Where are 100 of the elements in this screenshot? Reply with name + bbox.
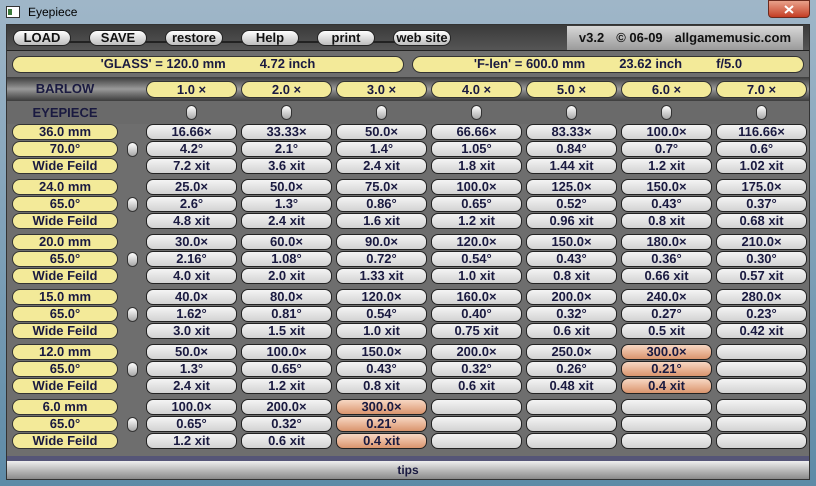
eyepiece-type: Wide Feild: [12, 323, 118, 339]
radio-button[interactable]: [566, 105, 577, 120]
eyepiece-type: Wide Feild: [12, 378, 118, 394]
result-cell: 0.27°: [621, 306, 712, 322]
result-cell: 0.8 xit: [336, 378, 427, 394]
barlow-factor: 1.0 ×: [146, 80, 237, 98]
result-cell: 0.75 xit: [431, 323, 522, 339]
result-cell: 120.0×: [336, 289, 427, 305]
result-cell: 150.0×: [336, 344, 427, 360]
result-cell: 0.54°: [336, 306, 427, 322]
eyepiece-type: Wide Feild: [12, 213, 118, 229]
result-cell: 0.32°: [241, 416, 332, 432]
result-cell: 100.0×: [431, 179, 522, 195]
result-cell: 90.0×: [336, 234, 427, 250]
radio-button[interactable]: [186, 105, 197, 120]
result-cell: 0.43°: [621, 196, 712, 212]
radio-button[interactable]: [471, 105, 482, 120]
result-cell: 1.08°: [241, 251, 332, 267]
result-cell: 0.32°: [431, 361, 522, 377]
radio-button[interactable]: [126, 416, 138, 432]
result-cell: 3.6 xit: [241, 158, 332, 174]
eyepiece-focal-length: 15.0 mm: [12, 289, 118, 305]
radio-button[interactable]: [126, 142, 138, 156]
result-cell: 200.0×: [431, 344, 522, 360]
result-cell: 1.6 xit: [336, 213, 427, 229]
result-cell: 1.4°: [336, 141, 427, 157]
focal-length-value: 'F-len' = 600.0 mm: [474, 55, 586, 74]
result-cell: 0.8 xit: [526, 268, 617, 284]
result-cell: 1.62°: [146, 306, 237, 322]
result-cell: 2.4 xit: [241, 213, 332, 229]
copyright-label: © 06-09: [616, 28, 663, 47]
result-cell: 30.0×: [146, 234, 237, 250]
result-cell: 33.33×: [241, 124, 332, 140]
result-cell: 60.0×: [241, 234, 332, 250]
toolbar-button[interactable]: restore: [165, 30, 223, 46]
eyepiece-focal-length: 6.0 mm: [12, 399, 118, 415]
result-cell: 1.0 xit: [431, 268, 522, 284]
radio-button[interactable]: [756, 105, 767, 120]
toolbar-button[interactable]: web site: [393, 30, 451, 46]
result-cell: 4.2°: [146, 141, 237, 157]
result-cell: 3.0 xit: [146, 323, 237, 339]
eyepiece-field-of-view: 65.0°: [12, 251, 118, 267]
result-cell: 0.96 xit: [526, 213, 617, 229]
status-text: tips: [397, 462, 419, 479]
radio-button[interactable]: [126, 306, 138, 322]
result-cell: 300.0×: [336, 399, 427, 415]
radio-button[interactable]: [661, 105, 672, 120]
result-cell: 1.0 xit: [336, 323, 427, 339]
result-cell: 300.0×: [621, 344, 712, 360]
result-cell: 0.42 xit: [716, 323, 807, 339]
radio-button[interactable]: [376, 105, 387, 120]
toolbar-button[interactable]: print: [317, 30, 375, 46]
toolbar-button[interactable]: SAVE: [89, 30, 147, 46]
website-label: allgamemusic.com: [674, 28, 791, 47]
result-cell: 16.66×: [146, 124, 237, 140]
result-cell: 1.2 xit: [621, 158, 712, 174]
result-cell: 1.3°: [146, 361, 237, 377]
eyepiece-focal-length: 20.0 mm: [12, 234, 118, 250]
eyepiece-field-of-view: 65.0°: [12, 306, 118, 322]
focal-length-inch: 23.62 inch: [619, 55, 682, 74]
result-cell: 0.84°: [526, 141, 617, 157]
result-cell: 0.32°: [526, 306, 617, 322]
radio-button[interactable]: [126, 196, 138, 212]
result-cell: 4.8 xit: [146, 213, 237, 229]
close-button[interactable]: [768, 0, 810, 18]
result-cell: 0.72°: [336, 251, 427, 267]
result-cell: 50.0×: [146, 344, 237, 360]
result-cell: 1.2 xit: [146, 433, 237, 449]
result-cell: 0.36°: [621, 251, 712, 267]
result-cell: 2.16°: [146, 251, 237, 267]
radio-button[interactable]: [281, 105, 292, 120]
result-cell: 0.52°: [526, 196, 617, 212]
result-cell: 1.3°: [241, 196, 332, 212]
eyepiece-field-of-view: 65.0°: [12, 361, 118, 377]
result-cell: 80.0×: [241, 289, 332, 305]
result-cell: 0.43°: [526, 251, 617, 267]
eyepiece-type: Wide Feild: [12, 158, 118, 174]
result-cell: 175.0×: [716, 179, 807, 195]
result-cell: 0.6 xit: [241, 433, 332, 449]
result-cell: 160.0×: [431, 289, 522, 305]
result-cell: 240.0×: [621, 289, 712, 305]
radio-button[interactable]: [126, 362, 138, 376]
result-cell: 116.66×: [716, 124, 807, 140]
result-cell: 4.0 xit: [146, 268, 237, 284]
result-cell: 250.0×: [526, 344, 617, 360]
eyepiece-field-of-view: 65.0°: [12, 416, 118, 432]
result-cell: 0.81°: [241, 306, 332, 322]
version-label: v3.2: [578, 28, 604, 47]
result-cell: 0.66 xit: [621, 268, 712, 284]
result-cell: 0.43°: [336, 361, 427, 377]
result-cell: 0.54°: [431, 251, 522, 267]
toolbar-button[interactable]: Help: [241, 30, 299, 46]
result-cell: 66.66×: [431, 124, 522, 140]
result-cell: 1.2 xit: [431, 213, 522, 229]
result-cell: 150.0×: [526, 234, 617, 250]
barlow-factor: 7.0 ×: [716, 80, 807, 98]
result-cell: 1.02 xit: [716, 158, 807, 174]
toolbar-button[interactable]: LOAD: [13, 30, 71, 46]
radio-button[interactable]: [126, 252, 138, 266]
eyepiece-focal-length: 36.0 mm: [12, 124, 118, 140]
